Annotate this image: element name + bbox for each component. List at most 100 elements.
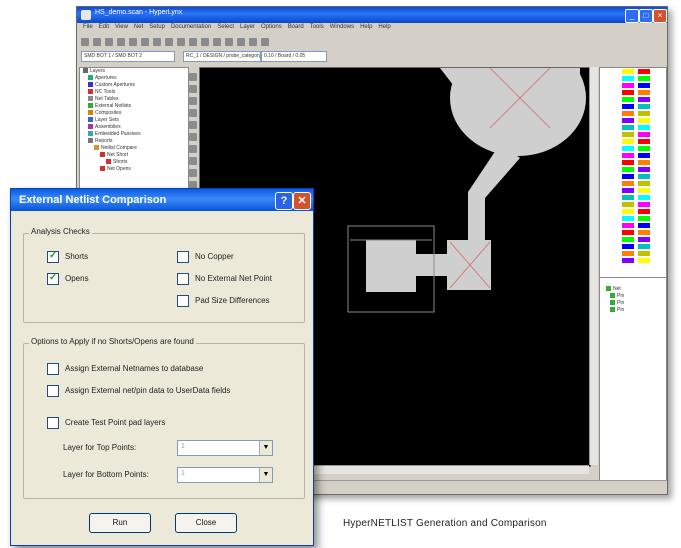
opens-checkbox[interactable] [47,272,59,285]
layer-color-swatch[interactable] [622,90,634,95]
layer-bottom-select[interactable]: 1 ▼ [177,467,273,483]
no-external-net-point-checkbox[interactable] [177,273,189,285]
dropdown-arrow-icon[interactable]: ▼ [259,441,272,455]
layer-color-swatch[interactable] [638,104,650,109]
layer-color-row[interactable] [600,222,666,229]
layer-color-swatch[interactable] [638,230,650,235]
pad-size-differences-checkbox[interactable] [177,295,189,307]
layer-color-swatch[interactable] [638,195,650,200]
layer-color-swatch[interactable] [638,188,650,193]
layer-color-swatch[interactable] [622,202,634,207]
layer-color-swatch[interactable] [638,132,650,137]
tool-icon[interactable] [189,157,197,165]
menu-item[interactable]: Setup [149,24,165,30]
layer-color-swatch[interactable] [622,251,634,256]
layer-color-swatch[interactable] [638,244,650,249]
layer-color-swatch[interactable] [638,258,650,263]
layer-color-swatch[interactable] [638,251,650,256]
layer-color-swatch[interactable] [638,76,650,81]
no-copper-checkbox[interactable] [177,251,189,263]
layer-color-swatch[interactable] [638,174,650,179]
layer-color-row[interactable] [600,138,666,145]
print-icon[interactable] [117,38,125,46]
layer-combo[interactable]: SMD BOT 1 / SMD BOT 2 [81,51,175,62]
layer-color-swatch[interactable] [638,216,650,221]
layer-color-swatch[interactable] [638,167,650,172]
layer-color-swatch[interactable] [638,125,650,130]
horizontal-scrollbar[interactable] [313,465,589,474]
layer-color-swatch[interactable] [622,209,634,214]
layer-color-swatch[interactable] [622,160,634,165]
layer-color-swatch[interactable] [622,181,634,186]
new-icon[interactable] [81,38,89,46]
menu-item[interactable]: Edit [99,24,109,30]
tool-icon[interactable] [189,97,197,105]
layer-color-swatch[interactable] [622,69,634,74]
layer-color-swatch[interactable] [638,202,650,207]
layer-color-swatch[interactable] [638,223,650,228]
close-button[interactable]: Close [175,513,237,533]
layer-color-row[interactable] [600,166,666,173]
maximize-icon[interactable]: □ [639,9,653,23]
menu-item[interactable]: Help [360,24,372,30]
menu-item[interactable]: View [115,24,128,30]
vertical-scrollbar[interactable] [589,67,598,465]
menu-item[interactable]: Layer [240,24,255,30]
layer-color-swatch[interactable] [622,83,634,88]
layer-color-row[interactable] [600,187,666,194]
layer-color-row[interactable] [600,180,666,187]
layer-color-row[interactable] [600,208,666,215]
layer-top-select[interactable]: 1 ▼ [177,440,273,456]
layer-color-row[interactable] [600,117,666,124]
layer-color-row[interactable] [600,201,666,208]
layer-color-row[interactable] [600,215,666,222]
select-icon[interactable] [225,38,233,46]
layer-color-row[interactable] [600,110,666,117]
layer-color-row[interactable] [600,229,666,236]
design-tree-panel[interactable]: Layers Apertures Custom Apertures NC Too… [79,67,189,199]
layer-color-swatch[interactable] [622,146,634,151]
layer-color-swatch[interactable] [622,139,634,144]
save-icon[interactable] [105,38,113,46]
layer-color-row[interactable] [600,152,666,159]
layer-color-row[interactable] [600,145,666,152]
layer-color-swatch[interactable] [638,153,650,158]
layer-color-row[interactable] [600,89,666,96]
menu-item[interactable]: Net [134,24,143,30]
layer-color-swatch[interactable] [638,118,650,123]
create-test-point-checkbox[interactable] [47,417,59,429]
layer-color-row[interactable] [600,131,666,138]
undo-icon[interactable] [165,38,173,46]
layer-color-swatch[interactable] [638,69,650,74]
tool-icon[interactable] [189,121,197,129]
layer-color-swatch[interactable] [638,97,650,102]
menu-item[interactable]: Select [217,24,234,30]
layer-color-row[interactable] [600,75,666,82]
minimize-icon[interactable]: _ [625,9,639,23]
zoom-in-icon[interactable] [189,38,197,46]
layer-color-swatch[interactable] [622,258,634,263]
layer-color-swatch[interactable] [622,195,634,200]
layer-color-swatch[interactable] [622,153,634,158]
menu-item[interactable]: Board [288,24,304,30]
layer-color-swatch[interactable] [638,139,650,144]
menu-item[interactable]: Windows [330,24,354,30]
layers-icon[interactable] [249,38,257,46]
layer-color-row[interactable] [600,96,666,103]
layer-color-swatch[interactable] [622,216,634,221]
layer-color-swatch[interactable] [622,244,634,249]
layer-color-swatch[interactable] [622,104,634,109]
main-close-icon[interactable]: × [653,9,667,23]
layer-color-swatch[interactable] [622,125,634,130]
layer-color-swatch[interactable] [622,230,634,235]
copy-icon[interactable] [141,38,149,46]
layer-color-swatch[interactable] [638,90,650,95]
netlist-panel[interactable]: Net Pin Pin Pin [599,277,667,484]
assign-userdata-checkbox[interactable] [47,385,59,397]
menu-item[interactable]: Options [261,24,282,30]
paste-icon[interactable] [153,38,161,46]
layer-color-swatch[interactable] [622,174,634,179]
layer-color-row[interactable] [600,173,666,180]
layer-color-row[interactable] [600,194,666,201]
tool-icon[interactable] [189,109,197,117]
